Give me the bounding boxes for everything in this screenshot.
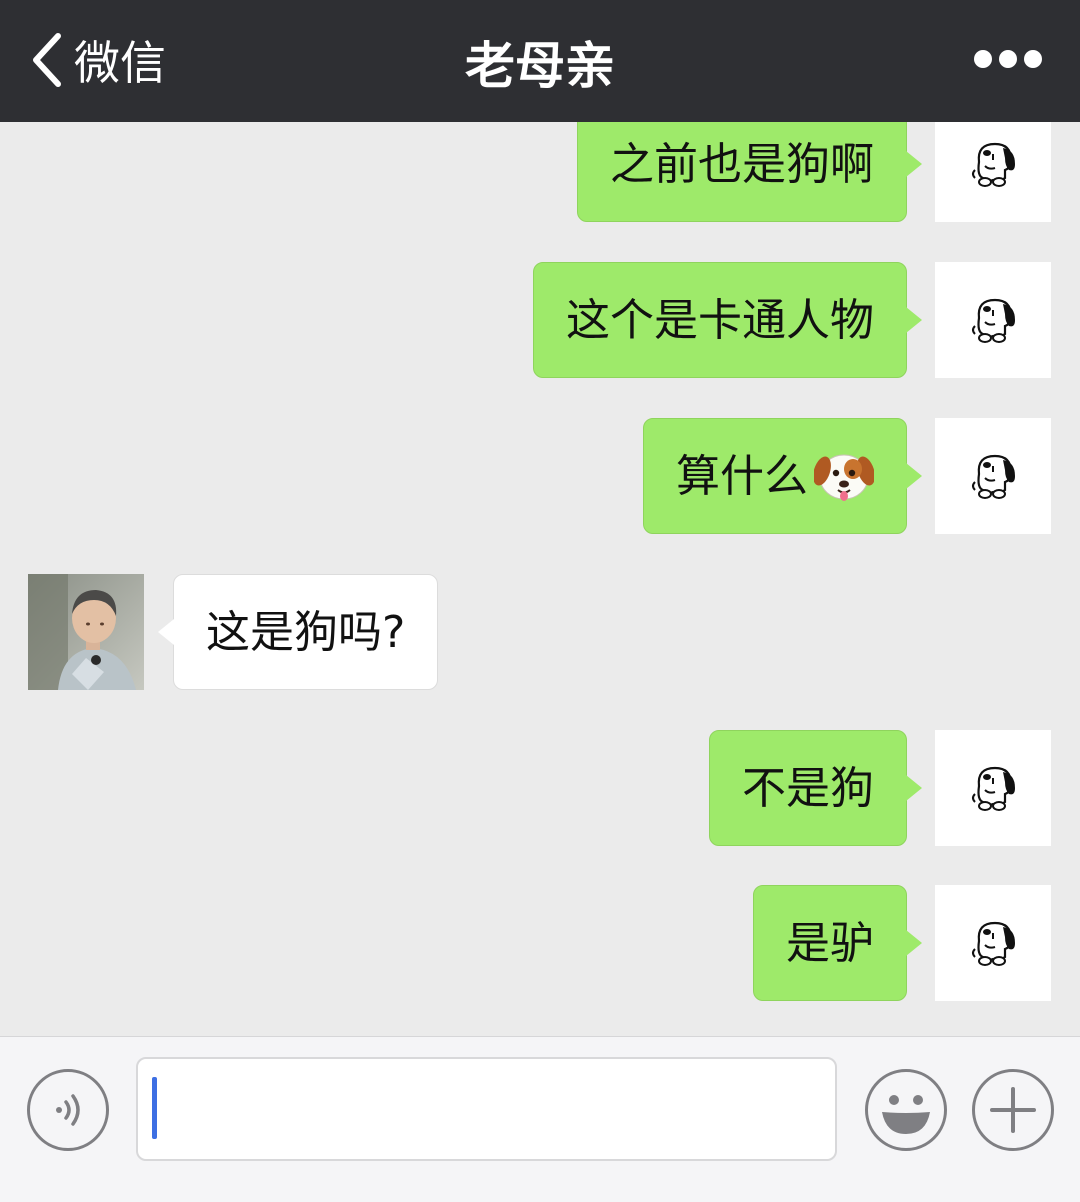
message-list[interactable]: 之前也是狗啊 这个是卡通人物 算什么 这是狗吗? 不是狗 是驴 [0, 122, 1080, 1036]
message-text: 算什么 [676, 451, 808, 502]
message-outgoing: 不是狗 [0, 730, 1080, 846]
chevron-left-icon [33, 33, 61, 87]
snoopy-avatar-icon[interactable] [935, 262, 1051, 378]
plus-icon [990, 1087, 1036, 1133]
message-outgoing: 是驴 [0, 885, 1080, 1001]
message-text: 是驴 [786, 918, 874, 969]
dog-face-emoji-icon [814, 454, 874, 501]
message-bubble[interactable]: 这是狗吗? [157, 574, 439, 690]
back-button[interactable]: 微信 [28, 28, 166, 92]
message-text: 这个是卡通人物 [566, 295, 874, 346]
back-label: 微信 [74, 36, 166, 90]
message-outgoing: 算什么 [0, 418, 1080, 534]
voice-button[interactable] [27, 1069, 109, 1151]
message-bubble[interactable]: 是驴 [753, 885, 922, 1001]
boy-photo-avatar-image [28, 574, 144, 690]
message-incoming: 这是狗吗? [0, 574, 1080, 690]
message-bubble[interactable]: 算什么 [643, 418, 922, 534]
text-caret [152, 1077, 157, 1139]
message-input[interactable] [136, 1057, 837, 1161]
message-bubble[interactable]: 之前也是狗啊 [577, 122, 922, 222]
message-bubble[interactable]: 不是狗 [709, 730, 922, 846]
message-text: 这是狗吗? [206, 607, 406, 658]
voice-icon [56, 1094, 80, 1126]
emoji-button[interactable] [865, 1069, 947, 1151]
message-outgoing: 之前也是狗啊 [0, 122, 1080, 222]
input-bar [0, 1036, 1080, 1202]
plus-button[interactable] [972, 1069, 1054, 1151]
snoopy-avatar-icon[interactable] [935, 122, 1051, 222]
message-text: 之前也是狗啊 [610, 139, 874, 190]
smiley-icon [882, 1095, 930, 1134]
message-text: 不是狗 [742, 763, 874, 814]
snoopy-avatar-icon[interactable] [935, 730, 1051, 846]
boy-photo-avatar[interactable] [28, 574, 144, 690]
message-outgoing: 这个是卡通人物 [0, 262, 1080, 378]
snoopy-avatar-icon[interactable] [935, 885, 1051, 1001]
more-dots-icon[interactable] [974, 44, 1042, 74]
snoopy-avatar-icon[interactable] [935, 418, 1051, 534]
message-bubble[interactable]: 这个是卡通人物 [533, 262, 922, 378]
nav-bar: 微信 老母亲 [0, 0, 1080, 122]
